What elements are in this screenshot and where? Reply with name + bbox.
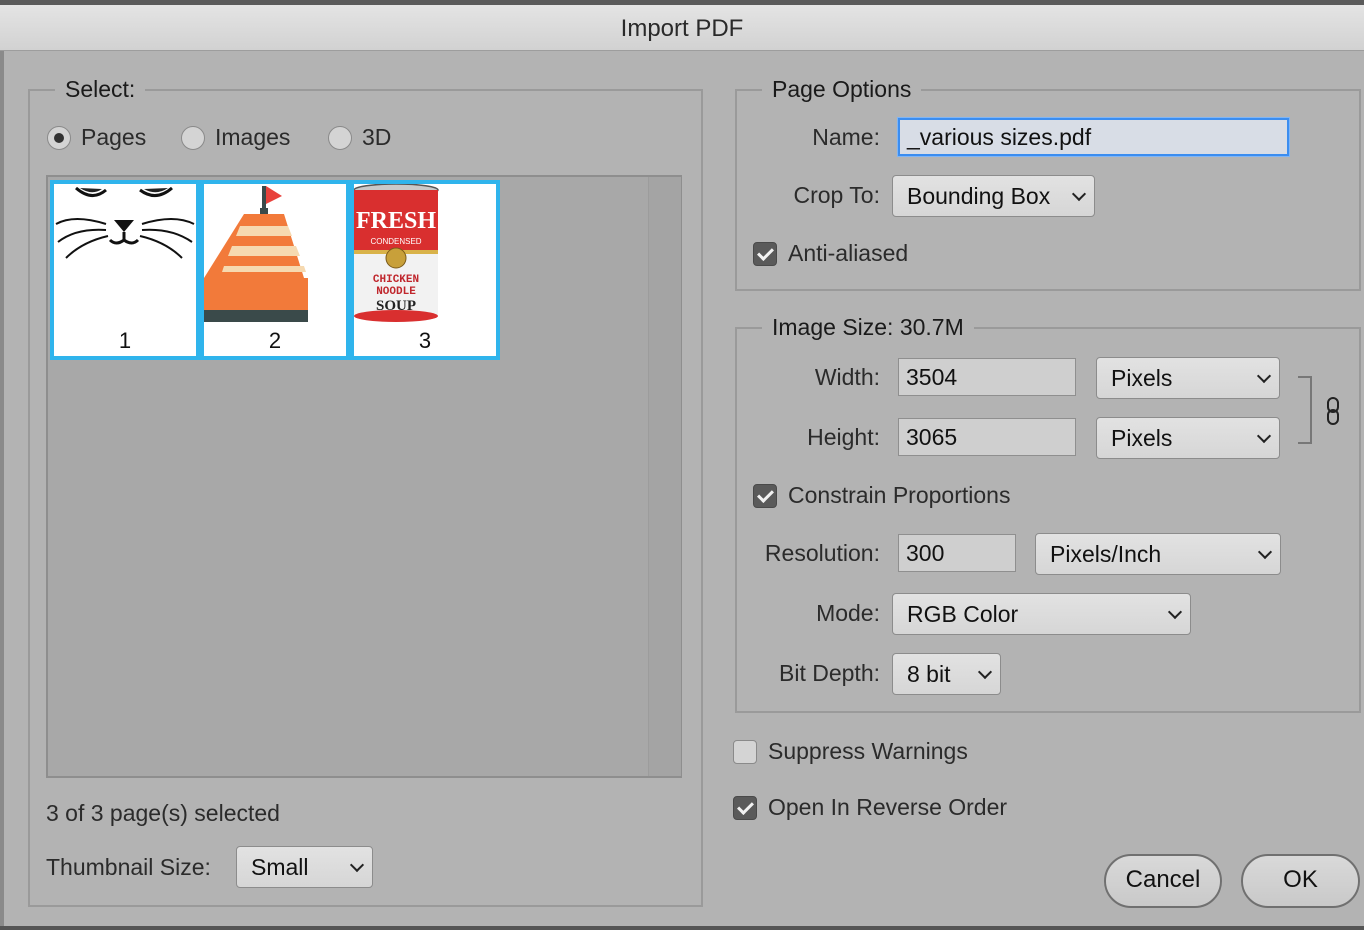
mode-label: Mode:	[816, 600, 880, 626]
bit-depth-value: 8 bit	[907, 660, 951, 687]
resolution-label: Resolution:	[764, 540, 880, 566]
bit-depth-select[interactable]: 8 bit	[892, 653, 1001, 695]
chevron-down-icon	[977, 664, 993, 680]
can-line2-text: NOODLE	[376, 286, 416, 298]
resolution-unit-select[interactable]: Pixels/Inch	[1035, 533, 1281, 575]
anti-aliased-checkbox[interactable]	[753, 242, 777, 266]
window-bottom-edge	[0, 926, 1364, 930]
selection-status: 3 of 3 page(s) selected	[46, 800, 280, 826]
chain-link-icon[interactable]	[1324, 396, 1344, 426]
thumbnail-scrollbar[interactable]	[648, 177, 681, 776]
suppress-warnings-checkbox[interactable]	[733, 740, 757, 764]
height-unit-value: Pixels	[1111, 424, 1173, 451]
page-thumbnail-1[interactable]: 1	[50, 180, 200, 360]
crop-to-select[interactable]: Bounding Box	[892, 175, 1095, 217]
chevron-down-icon	[1167, 604, 1183, 620]
constrain-proportions-checkbox[interactable]	[753, 484, 777, 508]
mode-value: RGB Color	[907, 600, 1019, 627]
anti-aliased-label[interactable]: Anti-aliased	[788, 240, 908, 267]
can-line3-text: SOUP	[376, 298, 416, 314]
crop-to-value: Bounding Box	[907, 182, 1051, 209]
height-field[interactable]: 3065	[898, 418, 1076, 456]
width-field[interactable]: 3504	[898, 358, 1076, 396]
dialog-title: Import PDF	[0, 0, 1364, 51]
ok-button[interactable]: OK	[1241, 854, 1360, 908]
page-number-1: 1	[118, 328, 132, 353]
can-brand-text: FRESH	[356, 208, 436, 234]
mode-select[interactable]: RGB Color	[892, 593, 1191, 635]
chevron-down-icon	[1071, 186, 1087, 202]
suppress-warnings-label[interactable]: Suppress Warnings	[768, 738, 968, 765]
thumbnail-size-value: Small	[251, 853, 309, 880]
can-line1-text: CHICKEN	[373, 274, 419, 286]
page-number-2: 2	[268, 328, 282, 353]
open-reverse-order-checkbox[interactable]	[733, 796, 757, 820]
crop-to-label: Crop To:	[793, 182, 880, 208]
bit-depth-label: Bit Depth:	[779, 660, 880, 686]
width-unit-value: Pixels	[1111, 364, 1173, 391]
cat-face-icon	[55, 186, 195, 259]
width-label: Width:	[814, 364, 880, 390]
image-size-legend: Image Size: 30.7M	[772, 314, 964, 340]
resolution-unit-value: Pixels/Inch	[1050, 540, 1162, 567]
chevron-down-icon	[1256, 368, 1272, 384]
3d-radio-label[interactable]: 3D	[362, 124, 391, 151]
cancel-button[interactable]: Cancel	[1104, 854, 1222, 908]
thumbnail-size-label: Thumbnail Size:	[46, 854, 211, 880]
window-top-edge	[0, 0, 1364, 5]
pages-radio-label[interactable]: Pages	[81, 124, 146, 151]
page-number-3: 3	[418, 328, 432, 353]
resolution-field[interactable]: 300	[898, 534, 1016, 572]
buoy-icon	[204, 186, 308, 322]
height-label: Height:	[807, 424, 880, 450]
3d-radio[interactable]	[328, 126, 352, 150]
thumbnail-size-select[interactable]: Small	[236, 846, 373, 888]
chevron-down-icon	[1257, 544, 1273, 560]
pages-radio[interactable]	[47, 126, 71, 150]
chevron-down-icon	[349, 857, 365, 873]
can-sub-text: CONDENSED	[370, 237, 421, 246]
page-options-legend: Page Options	[772, 76, 912, 102]
constrain-bracket	[1298, 376, 1312, 444]
name-field[interactable]: _various sizes.pdf	[898, 118, 1289, 156]
window-left-edge	[0, 0, 4, 930]
page-thumbnail-2[interactable]: 2	[200, 180, 350, 360]
page-thumbnail-3[interactable]: FRESH CONDENSED CHICKEN NOODLE SOUP 3	[350, 180, 500, 360]
soup-can-icon: FRESH CONDENSED CHICKEN NOODLE SOUP	[354, 184, 439, 322]
open-reverse-order-label[interactable]: Open In Reverse Order	[768, 794, 1007, 821]
constrain-proportions-label[interactable]: Constrain Proportions	[788, 482, 1010, 509]
images-radio[interactable]	[181, 126, 205, 150]
width-unit-select[interactable]: Pixels	[1096, 357, 1280, 399]
chevron-down-icon	[1256, 428, 1272, 444]
height-unit-select[interactable]: Pixels	[1096, 417, 1280, 459]
name-label: Name:	[812, 124, 880, 150]
images-radio-label[interactable]: Images	[215, 124, 290, 151]
select-legend: Select:	[65, 76, 136, 102]
